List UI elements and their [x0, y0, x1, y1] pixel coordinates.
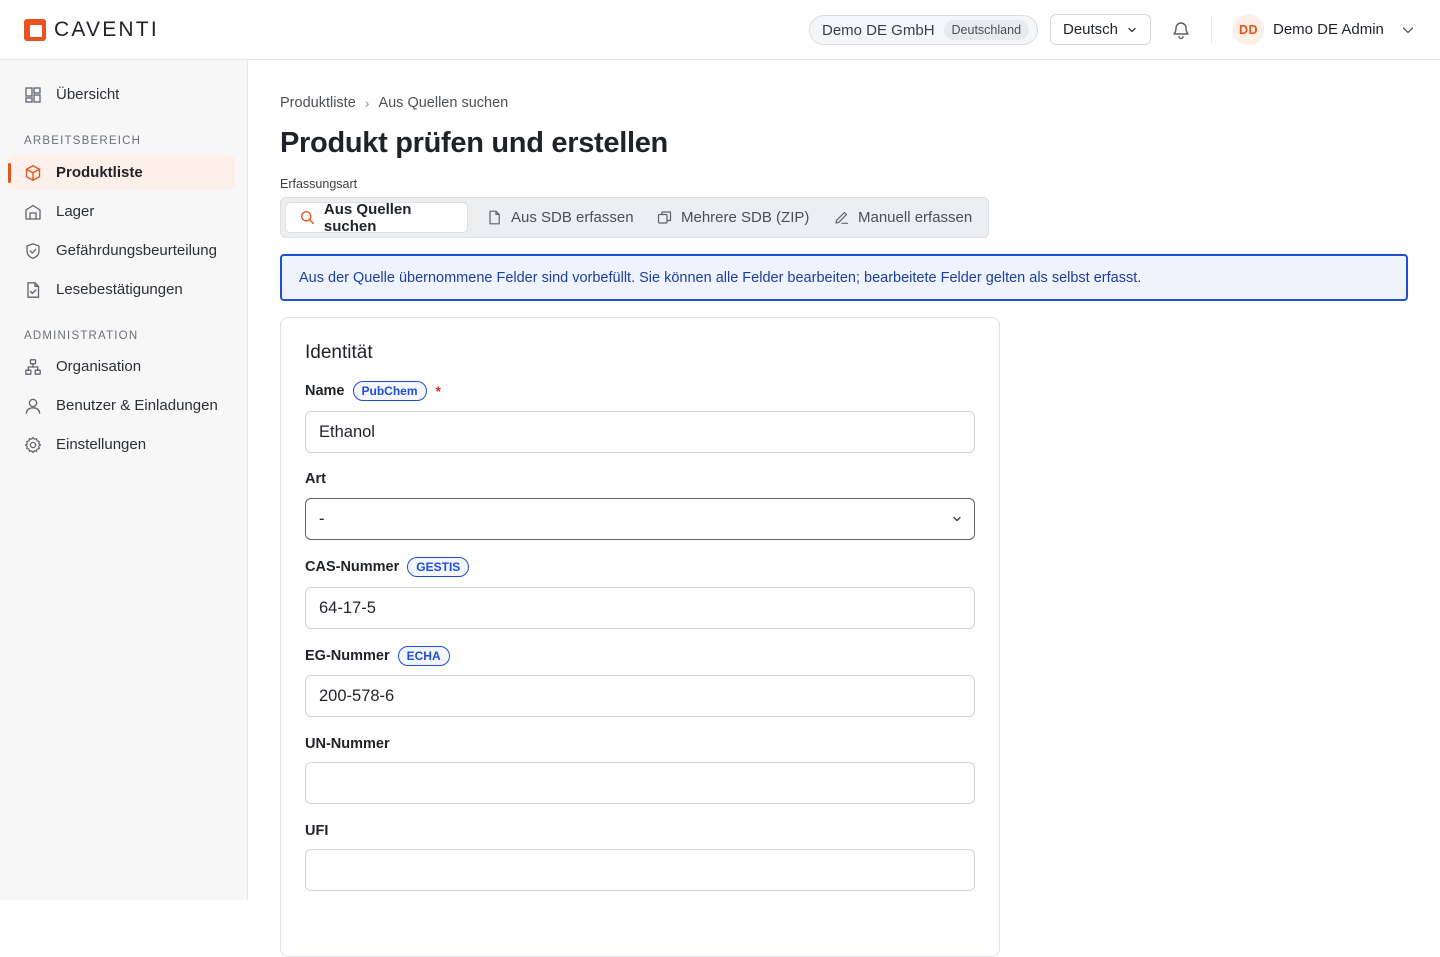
sidebar-item-organisation[interactable]: Organisation: [8, 349, 235, 384]
sidebar-item-label: Lager: [56, 203, 95, 220]
shield-check-icon: [26, 242, 40, 259]
tab-label: Aus SDB erfassen: [511, 209, 634, 226]
breadcrumb: Produktliste › Aus Quellen suchen: [280, 95, 508, 111]
sidebar-item-lesebestaetigungen[interactable]: Lesebestätigungen: [8, 272, 235, 307]
language-select-value: Deutsch: [1063, 21, 1119, 38]
dashboard-icon: [25, 86, 41, 103]
main-content: Produktliste › Aus Quellen suchen Produk…: [248, 60, 1440, 957]
info-banner: Aus der Quelle übernommene Felder sind v…: [280, 254, 1408, 301]
organization-country-badge: Deutschland: [943, 20, 1030, 40]
sidebar-item-lager[interactable]: Lager: [8, 194, 235, 229]
breadcrumb-current: Aus Quellen suchen: [378, 95, 509, 111]
bell-icon: [1173, 22, 1189, 40]
organization-switcher[interactable]: Demo DE GmbH Deutschland: [809, 15, 1038, 45]
sidebar-section-administration: ADMINISTRATION: [24, 330, 139, 342]
brand-logo[interactable]: CAVENTI: [24, 18, 159, 42]
user-menu[interactable]: DD Demo DE Admin: [1233, 14, 1415, 45]
card-title: Identität: [305, 342, 373, 363]
pencil-icon: [835, 211, 849, 224]
sidebar-item-produktliste[interactable]: Produktliste: [8, 155, 235, 190]
mode-caption: Erfassungsart: [280, 177, 358, 191]
source-badge-echa: ECHA: [397, 646, 450, 666]
sidebar-item-label: Organisation: [56, 358, 142, 375]
sidebar-item-label: Übersicht: [56, 86, 120, 103]
header-divider: [1211, 17, 1212, 43]
tab-mehrere-sdb-zip[interactable]: Mehrere SDB (ZIP): [643, 202, 809, 233]
sidebar: Übersicht ARBEITSBEREICH Produktliste La…: [0, 60, 248, 900]
field-label-text: UFI: [305, 823, 329, 839]
name-label: Name PubChem *: [305, 381, 441, 401]
document-check-icon: [27, 281, 40, 298]
field-label-text: EG-Nummer: [305, 648, 390, 664]
search-icon: [300, 211, 315, 225]
tab-label: Mehrere SDB (ZIP): [681, 209, 810, 226]
cas-number-input[interactable]: 64-17-5: [305, 587, 975, 629]
copy-icon: [657, 211, 672, 224]
sidebar-item-label: Einstellungen: [56, 436, 147, 453]
eg-number-input[interactable]: 200-578-6: [305, 675, 975, 717]
breadcrumb-separator: ›: [364, 95, 370, 111]
sidebar-item-overview[interactable]: Übersicht: [8, 77, 235, 112]
top-header: CAVENTI Demo DE GmbH Deutschland Deutsch…: [0, 0, 1440, 60]
art-select-value: -: [319, 509, 325, 528]
sidebar-item-gefaehrdungsbeurteilung[interactable]: Gefährdungsbeurteilung: [8, 233, 235, 268]
sidebar-item-benutzer[interactable]: Benutzer & Einladungen: [8, 388, 235, 423]
field-label-text: Name: [305, 383, 345, 399]
art-label: Art: [305, 471, 326, 487]
language-select[interactable]: Deutsch: [1050, 14, 1151, 45]
cas-label: CAS-Nummer GESTIS: [305, 557, 470, 577]
chevron-down-icon: [953, 516, 961, 522]
identity-card: Identität Name PubChem * Ethanol Art - C…: [280, 317, 1000, 957]
chevron-down-icon: [1402, 26, 1414, 33]
tab-aus-sdb-erfassen[interactable]: Aus SDB erfassen: [473, 202, 634, 233]
eg-label: EG-Nummer ECHA: [305, 646, 450, 666]
user-name: Demo DE Admin: [1273, 21, 1384, 38]
organization-name: Demo DE GmbH: [822, 21, 935, 39]
cube-icon: [25, 164, 41, 181]
field-label-text: CAS-Nummer: [305, 559, 400, 575]
source-badge-pubchem: PubChem: [352, 381, 427, 401]
brand-name: CAVENTI: [54, 18, 159, 41]
field-label-text: UN-Nummer: [305, 736, 390, 752]
sidebar-item-label: Gefährdungsbeurteilung: [56, 242, 217, 259]
breadcrumb-link-produktliste[interactable]: Produktliste: [280, 95, 356, 111]
source-badge-gestis: GESTIS: [407, 557, 470, 577]
brand-logo-icon: [24, 19, 46, 41]
org-chart-icon: [25, 358, 41, 375]
avatar: DD: [1233, 14, 1264, 45]
page-title: Produkt prüfen und erstellen: [280, 127, 668, 159]
sidebar-item-label: Benutzer & Einladungen: [56, 397, 218, 414]
user-icon: [25, 398, 41, 414]
notifications-button[interactable]: [1171, 20, 1191, 40]
ufi-input[interactable]: [305, 849, 975, 891]
ufi-label: UFI: [305, 823, 328, 839]
warehouse-icon: [25, 204, 41, 220]
sidebar-item-label: Lesebestätigungen: [56, 281, 183, 298]
file-icon: [489, 210, 500, 225]
field-label-text: Art: [305, 471, 326, 487]
tab-manuell-erfassen[interactable]: Manuell erfassen: [820, 202, 972, 233]
sidebar-item-label: Produktliste: [56, 164, 143, 181]
sidebar-section-workspace: ARBEITSBEREICH: [24, 135, 142, 147]
chevron-down-icon: [1128, 27, 1136, 33]
capture-mode-tabs: Aus Quellen suchen Aus SDB erfassen Mehr…: [280, 197, 989, 238]
tab-label: Aus Quellen suchen: [323, 200, 412, 235]
gear-icon: [24, 436, 42, 453]
tab-aus-quellen-suchen[interactable]: Aus Quellen suchen: [285, 200, 468, 235]
tab-label: Manuell erfassen: [858, 209, 973, 226]
art-select[interactable]: -: [305, 498, 975, 540]
un-number-input[interactable]: [305, 762, 975, 804]
un-label: UN-Nummer: [305, 736, 390, 752]
name-input[interactable]: Ethanol: [305, 411, 975, 453]
required-indicator: *: [435, 383, 441, 399]
sidebar-item-einstellungen[interactable]: Einstellungen: [8, 427, 235, 462]
